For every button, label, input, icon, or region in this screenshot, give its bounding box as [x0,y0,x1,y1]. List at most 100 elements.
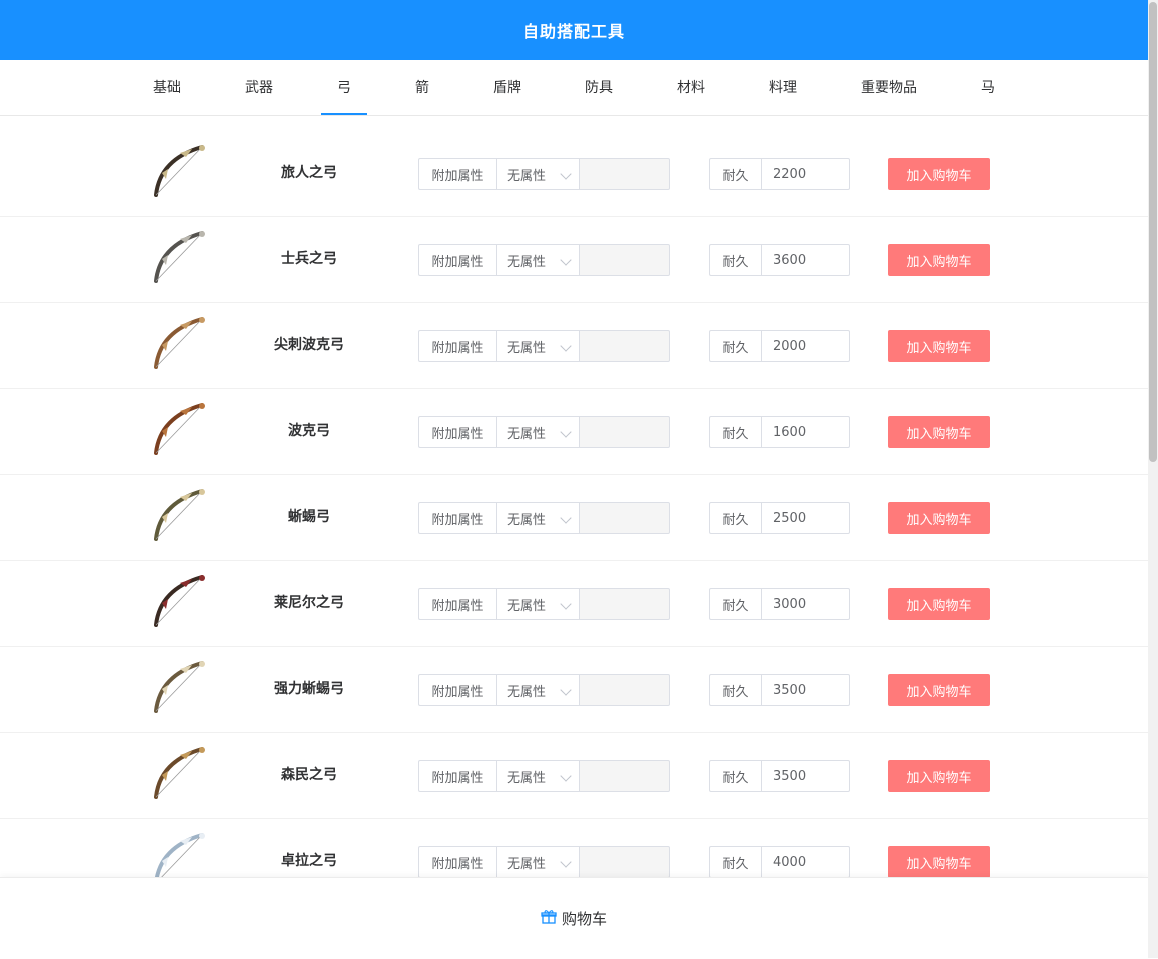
bow-icon [150,229,210,287]
attribute-select[interactable]: 无属性 [496,760,580,792]
attribute-value-input[interactable] [580,416,670,448]
chevron-down-icon [560,340,572,352]
attribute-group: 附加属性 无属性 [418,330,670,362]
durability-group: 耐久 1600 [709,416,850,448]
tab-arrows[interactable]: 箭 [408,60,436,115]
tab-armor[interactable]: 防具 [578,60,620,115]
list-item: 强力蜥蜴弓 附加属性 无属性 耐久 3500 加入购物车 [0,647,1148,733]
add-to-cart-button[interactable]: 加入购物车 [888,846,990,878]
attribute-select[interactable]: 无属性 [496,244,580,276]
tab-weapons[interactable]: 武器 [238,60,280,115]
durability-group: 耐久 3500 [709,674,850,706]
tab-food[interactable]: 料理 [762,60,804,115]
attribute-value-input[interactable] [580,846,670,878]
attribute-value-input[interactable] [580,244,670,276]
chevron-down-icon [560,254,572,266]
durability-input[interactable]: 3600 [761,244,850,276]
bow-icon [150,573,210,631]
tab-basic[interactable]: 基础 [146,60,188,115]
item-name: 森民之弓 [281,767,337,783]
add-to-cart-button[interactable]: 加入购物车 [888,330,990,362]
durability-input[interactable]: 3000 [761,588,850,620]
durability-label: 耐久 [709,588,761,620]
durability-group: 耐久 3600 [709,244,850,276]
chevron-down-icon [560,512,572,524]
attribute-select-value: 无属性 [507,426,547,442]
durability-input[interactable]: 1600 [761,416,850,448]
attribute-group: 附加属性 无属性 [418,760,670,792]
tab-bows[interactable]: 弓 [321,60,367,115]
attribute-select[interactable]: 无属性 [496,674,580,706]
durability-label: 耐久 [709,674,761,706]
durability-group: 耐久 2000 [709,330,850,362]
scrollbar[interactable] [1148,0,1158,958]
durability-label: 耐久 [709,416,761,448]
durability-label: 耐久 [709,244,761,276]
app-header: 自助搭配工具 [0,0,1148,60]
durability-group: 耐久 2500 [709,502,850,534]
list-item: 尖刺波克弓 附加属性 无属性 耐久 2000 加入购物车 [0,303,1148,389]
durability-input[interactable]: 2200 [761,158,850,190]
attribute-select[interactable]: 无属性 [496,588,580,620]
durability-input[interactable]: 2500 [761,502,850,534]
tab-shields[interactable]: 盾牌 [486,60,528,115]
tab-materials[interactable]: 材料 [670,60,712,115]
scrollbar-thumb[interactable] [1149,2,1157,462]
attribute-value-input[interactable] [580,588,670,620]
attribute-label: 附加属性 [418,760,496,792]
chevron-down-icon [560,856,572,868]
attribute-value-input[interactable] [580,502,670,534]
attribute-label: 附加属性 [418,244,496,276]
attribute-select-value: 无属性 [507,684,547,700]
attribute-select[interactable]: 无属性 [496,158,580,190]
tab-horses[interactable]: 马 [974,60,1002,115]
list-item: 森民之弓 附加属性 无属性 耐久 3500 加入购物车 [0,733,1148,819]
cart-button[interactable]: 购物车 [541,908,607,929]
bow-icon [150,401,210,459]
attribute-select[interactable]: 无属性 [496,330,580,362]
durability-input[interactable]: 3500 [761,674,850,706]
attribute-select-value: 无属性 [507,512,547,528]
list-item: 莱尼尔之弓 附加属性 无属性 耐久 3000 加入购物车 [0,561,1148,647]
attribute-select[interactable]: 无属性 [496,416,580,448]
tab-key-items[interactable]: 重要物品 [856,60,922,115]
cart-label: 购物车 [561,910,607,928]
attribute-group: 附加属性 无属性 [418,674,670,706]
footer-bar: 购物车 [0,877,1148,959]
add-to-cart-button[interactable]: 加入购物车 [888,158,990,190]
durability-input[interactable]: 4000 [761,846,850,878]
durability-input[interactable]: 3500 [761,760,850,792]
durability-group: 耐久 3500 [709,760,850,792]
bow-icon [150,143,210,201]
list-item: 蜥蜴弓 附加属性 无属性 耐久 2500 加入购物车 [0,475,1148,561]
attribute-value-input[interactable] [580,760,670,792]
list-item: 旅人之弓 附加属性 无属性 耐久 2200 加入购物车 [0,131,1148,217]
add-to-cart-button[interactable]: 加入购物车 [888,588,990,620]
attribute-select-value: 无属性 [507,770,547,786]
list-item: 波克弓 附加属性 无属性 耐久 1600 加入购物车 [0,389,1148,475]
attribute-value-input[interactable] [580,330,670,362]
attribute-select[interactable]: 无属性 [496,846,580,878]
durability-label: 耐久 [709,502,761,534]
durability-input[interactable]: 2000 [761,330,850,362]
attribute-label: 附加属性 [418,502,496,534]
bow-icon [150,487,210,545]
add-to-cart-button[interactable]: 加入购物车 [888,244,990,276]
attribute-label: 附加属性 [418,846,496,878]
add-to-cart-button[interactable]: 加入购物车 [888,674,990,706]
durability-group: 耐久 2200 [709,158,850,190]
item-name: 强力蜥蜴弓 [274,681,344,697]
durability-group: 耐久 3000 [709,588,850,620]
attribute-label: 附加属性 [418,330,496,362]
attribute-select[interactable]: 无属性 [496,502,580,534]
attribute-label: 附加属性 [418,588,496,620]
attribute-value-input[interactable] [580,158,670,190]
add-to-cart-button[interactable]: 加入购物车 [888,502,990,534]
list-item: 士兵之弓 附加属性 无属性 耐久 3600 加入购物车 [0,217,1148,303]
add-to-cart-button[interactable]: 加入购物车 [888,416,990,448]
attribute-value-input[interactable] [580,674,670,706]
item-name: 旅人之弓 [281,165,337,181]
add-to-cart-button[interactable]: 加入购物车 [888,760,990,792]
durability-group: 耐久 4000 [709,846,850,878]
chevron-down-icon [560,598,572,610]
